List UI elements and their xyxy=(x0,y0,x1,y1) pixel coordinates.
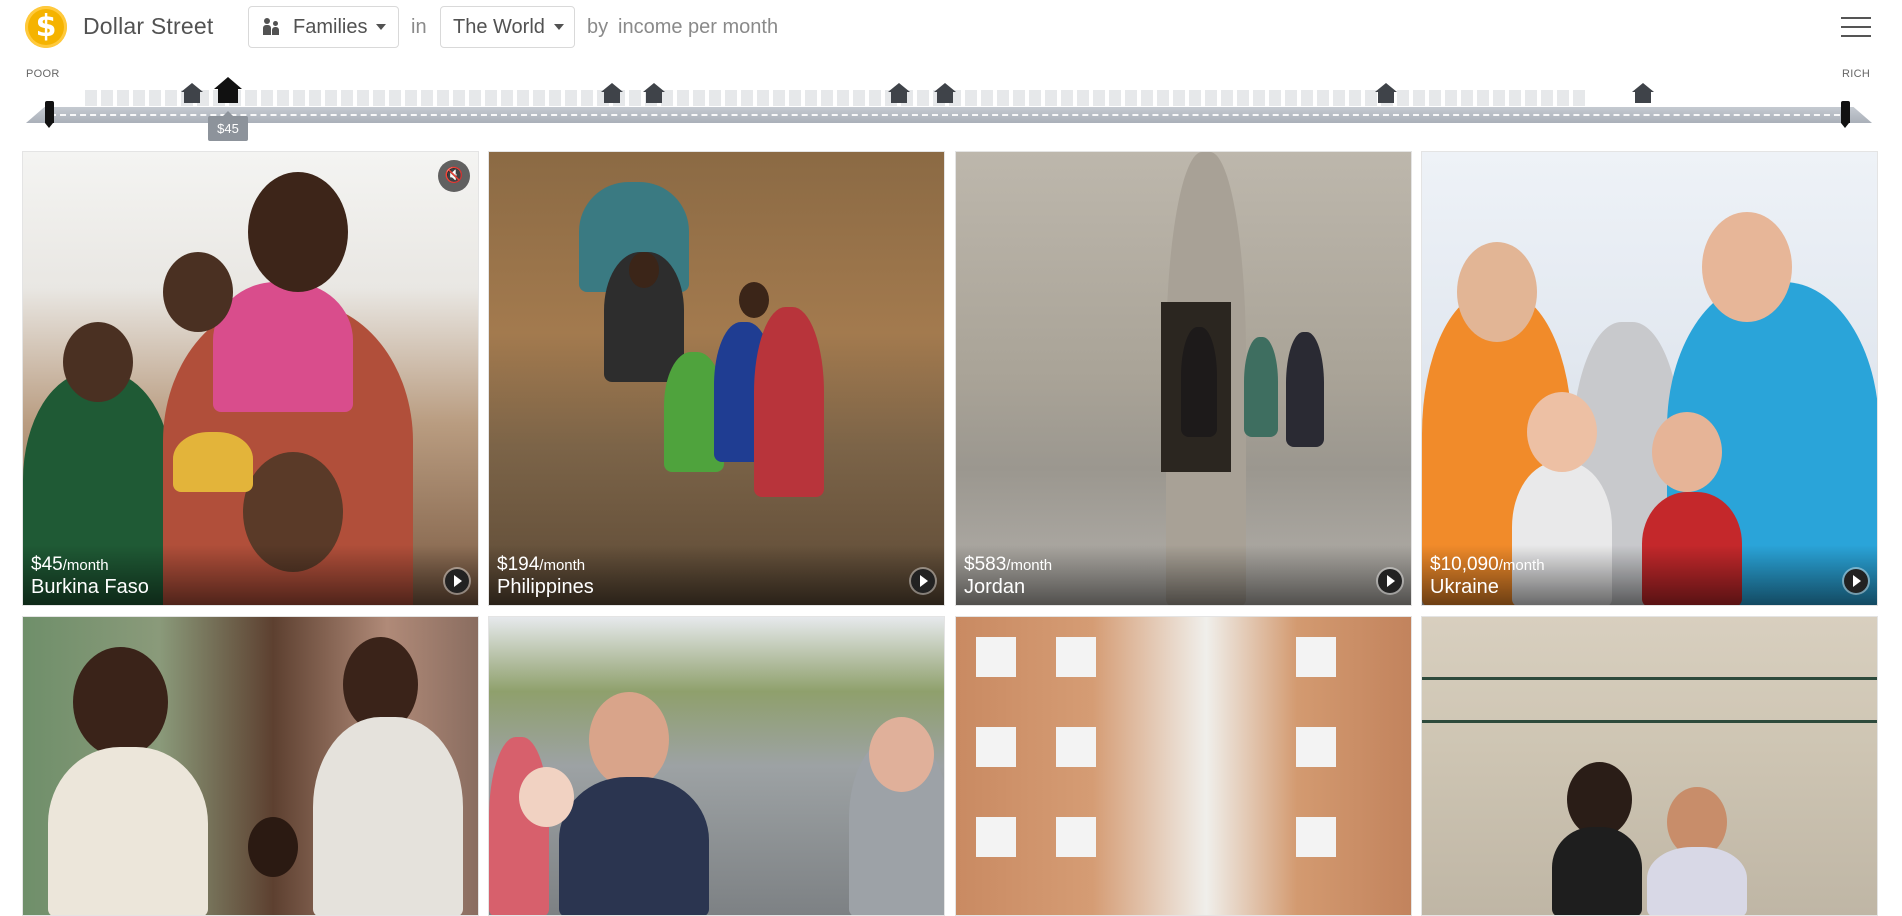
card-country: Jordan xyxy=(964,576,1026,598)
family-photo xyxy=(489,152,944,605)
place-dropdown[interactable]: The World xyxy=(440,6,575,48)
income-tooltip: $45 xyxy=(208,111,248,141)
card-income: $10,090/month xyxy=(1430,554,1545,575)
house-icon[interactable] xyxy=(1632,83,1654,103)
mute-icon[interactable]: 🔇 xyxy=(438,160,470,192)
rich-label: RICH xyxy=(1842,68,1871,80)
card-income: $194/month xyxy=(497,554,586,575)
play-icon[interactable] xyxy=(1844,569,1868,593)
house-icon[interactable] xyxy=(888,83,910,103)
house-icon[interactable] xyxy=(601,83,623,103)
place-label: The World xyxy=(453,15,545,38)
family-card[interactable] xyxy=(488,616,945,916)
faint-houses-strip xyxy=(85,90,1585,106)
road-dashes xyxy=(50,114,1850,116)
card-country: Ukraine xyxy=(1430,576,1499,598)
income-scale[interactable]: POOR RICH $45 xyxy=(0,56,1902,146)
logo-symbol: $ xyxy=(35,9,57,44)
house-icon[interactable] xyxy=(181,83,203,103)
family-photo xyxy=(1422,152,1877,605)
family-card[interactable] xyxy=(1421,616,1878,916)
poor-label: POOR xyxy=(26,68,60,80)
brand-title[interactable]: Dollar Street xyxy=(83,13,213,40)
family-photo xyxy=(1422,617,1877,915)
family-photo xyxy=(23,152,478,605)
chevron-down-icon xyxy=(553,24,564,30)
play-icon[interactable] xyxy=(911,569,935,593)
card-income: $583/month xyxy=(964,554,1053,575)
play-icon[interactable] xyxy=(445,569,469,593)
play-icon[interactable] xyxy=(1378,569,1402,593)
in-text: in xyxy=(411,16,427,38)
family-photo xyxy=(23,617,478,915)
by-text: by xyxy=(587,16,609,38)
house-icon-selected[interactable] xyxy=(214,77,242,103)
house-icon[interactable] xyxy=(1375,83,1397,103)
house-icon[interactable] xyxy=(934,83,956,103)
family-photo xyxy=(956,617,1411,915)
card-country: Philippines xyxy=(497,576,594,598)
family-card[interactable] xyxy=(955,616,1412,916)
family-card-ukraine[interactable]: $10,090/month Ukraine xyxy=(1421,151,1878,606)
things-label: Families xyxy=(293,15,368,38)
house-icon[interactable] xyxy=(643,83,665,103)
family-photo xyxy=(956,152,1411,605)
menu-icon[interactable] xyxy=(1841,14,1871,40)
chevron-down-icon xyxy=(376,24,387,30)
top-bar: $ Dollar Street Families in The World by… xyxy=(0,0,1902,56)
family-icon xyxy=(263,18,283,36)
family-photo xyxy=(489,617,944,915)
income-per-month-text: income per month xyxy=(618,16,779,38)
max-income-handle[interactable] xyxy=(1841,101,1850,128)
card-country: Burkina Faso xyxy=(31,576,149,598)
family-card-philippines[interactable]: $194/month Philippines xyxy=(488,151,945,606)
min-income-handle[interactable] xyxy=(45,101,54,128)
card-income: $45/month xyxy=(31,554,109,575)
family-card-burkina-faso[interactable]: 🔇 $45/month Burkina Faso xyxy=(22,151,479,606)
family-card[interactable] xyxy=(22,616,479,916)
things-dropdown[interactable]: Families xyxy=(248,6,399,48)
family-card-jordan[interactable]: $583/month Jordan xyxy=(955,151,1412,606)
dollar-street-logo-icon[interactable]: $ xyxy=(25,6,67,48)
